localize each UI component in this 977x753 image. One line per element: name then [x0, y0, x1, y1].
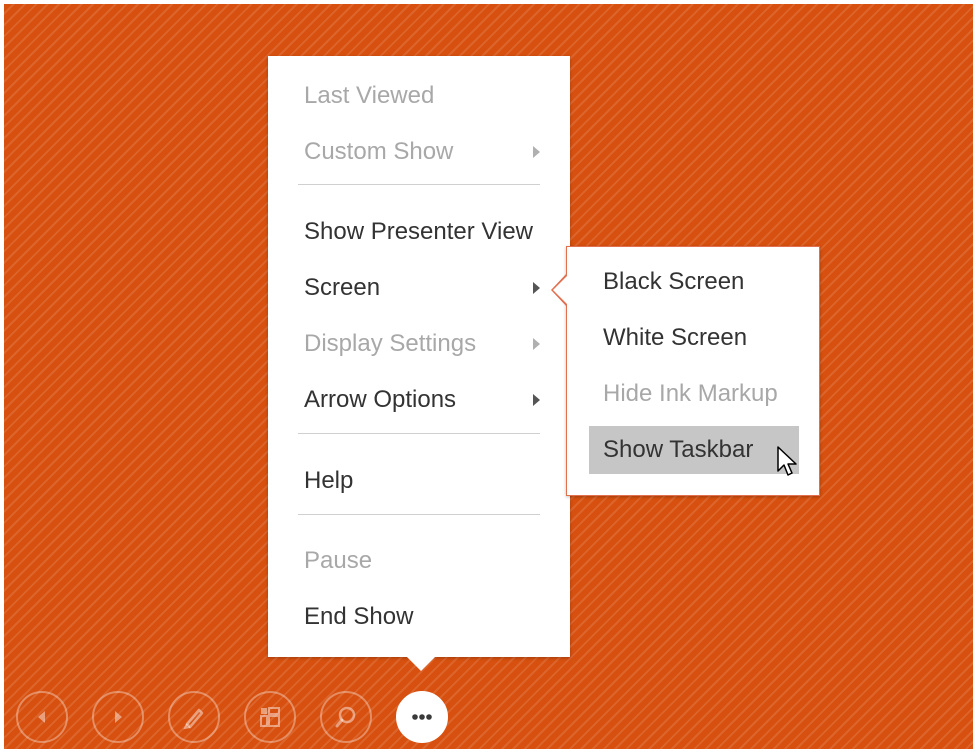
menu-item-screen[interactable]: Screen	[268, 266, 570, 310]
menu-item-arrow-options[interactable]: Arrow Options	[268, 378, 570, 422]
see-all-slides-button[interactable]	[244, 691, 296, 743]
previous-slide-button[interactable]	[16, 691, 68, 743]
menu-item-pause: Pause	[268, 539, 570, 583]
submenu-item-label: Black Screen	[603, 268, 745, 295]
menu-divider	[298, 184, 540, 185]
menu-item-label: Last Viewed	[304, 82, 435, 109]
menu-item-label: Custom Show	[304, 138, 454, 165]
menu-item-show-presenter-view[interactable]: Show Presenter View	[268, 210, 570, 254]
menu-divider	[298, 433, 540, 434]
menu-item-label: Help	[304, 467, 354, 494]
menu-item-display-settings: Display Settings	[268, 322, 570, 366]
submenu-item-label: Hide Ink Markup	[603, 380, 778, 407]
submenu-item-white-screen[interactable]: White Screen	[589, 314, 799, 362]
menu-item-last-viewed: Last Viewed	[268, 74, 570, 118]
submenu-arrow-icon	[533, 338, 540, 350]
menu-item-label: End Show	[304, 603, 414, 630]
zoom-button[interactable]	[320, 691, 372, 743]
next-icon	[115, 711, 122, 723]
submenu-arrow-icon	[533, 146, 540, 158]
pen-tools-button[interactable]	[168, 691, 220, 743]
zoom-icon	[335, 706, 356, 728]
previous-icon	[38, 711, 45, 723]
menu-item-label: Pause	[304, 547, 373, 574]
menu-item-label: Screen	[304, 274, 381, 301]
submenu-item-black-screen[interactable]: Black Screen	[589, 258, 799, 306]
menu-item-label: Arrow Options	[304, 386, 457, 413]
more-options-icon	[412, 714, 432, 720]
submenu-item-label: White Screen	[603, 324, 748, 351]
submenu-item-label: Show Taskbar	[603, 436, 754, 463]
menu-item-label: Display Settings	[304, 330, 477, 357]
submenu-item-hide-ink-markup: Hide Ink Markup	[589, 370, 799, 418]
slideshow-options-menu: Last Viewed Custom Show Show Presenter V…	[268, 56, 570, 671]
menu-divider	[298, 514, 540, 515]
submenu-arrow-icon	[533, 394, 540, 406]
menu-item-custom-show: Custom Show	[268, 130, 570, 174]
menu-item-help[interactable]: Help	[268, 459, 570, 503]
submenu-arrow-icon	[533, 282, 540, 294]
see-all-slides-icon	[260, 707, 280, 727]
mouse-pointer-icon	[777, 446, 797, 476]
pen-icon	[183, 708, 204, 730]
menu-item-end-show[interactable]: End Show	[268, 595, 570, 639]
submenu-item-show-taskbar[interactable]: Show Taskbar	[589, 426, 799, 474]
submenu-pointer-fill	[553, 275, 568, 305]
more-options-button[interactable]	[396, 691, 448, 743]
next-slide-button[interactable]	[92, 691, 144, 743]
menu-item-label: Show Presenter View	[304, 218, 534, 245]
